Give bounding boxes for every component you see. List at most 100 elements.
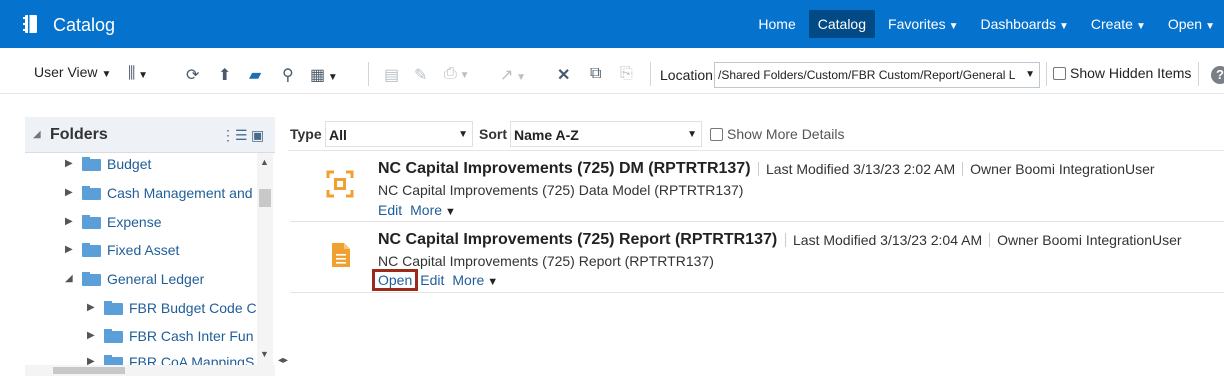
data-model-icon — [326, 170, 354, 198]
edit-link[interactable]: Edit — [378, 202, 402, 218]
folder-icon — [104, 329, 123, 343]
chevron-down-icon: ▼ — [458, 129, 468, 140]
type-select[interactable]: All ▼ — [325, 121, 473, 147]
divider — [989, 233, 991, 247]
folder-tree-hscrollbar[interactable] — [25, 365, 275, 376]
owner: Owner Boomi IntegrationUser — [997, 232, 1182, 248]
catalog-toolbar: User View ▼ ⫼ ▼ ⟳ ⬆ ▰ ⚲ ▦ ▼ ▤ ✎ ⎙ ▼ ↗ ▼ … — [0, 56, 1224, 94]
folders-header: ◢ Folders ⋮☰ ▣ — [25, 117, 275, 153]
scroll-thumb[interactable] — [53, 367, 125, 374]
catalog-content: Type All ▼ Sort Name A-Z ▼ Show More Det… — [288, 117, 1224, 376]
folder-tree-vscrollbar[interactable]: ▲ ▼ — [257, 153, 273, 365]
more-label: More — [452, 272, 485, 288]
expand-icon[interactable]: ▶ — [65, 216, 73, 227]
top-nav: Home Catalog Favorites ▼ Dashboards ▼ Crea… — [745, 0, 1224, 48]
collapse-icon[interactable]: ◢ — [33, 129, 41, 140]
catalog-item: NC Capital Improvements (725) Report (RP… — [290, 223, 1224, 293]
delete-icon[interactable]: ✕ — [557, 65, 570, 85]
view-options-icon[interactable]: ⫼ ▼ — [128, 65, 148, 83]
show-more-details-toggle[interactable]: Show More Details — [710, 126, 845, 142]
paste-icon[interactable]: ⎘ — [620, 65, 633, 83]
nav-open-label: Open — [1167, 16, 1203, 32]
nav-open[interactable]: Open ▼ — [1159, 10, 1224, 38]
location-select[interactable]: /Shared Folders/Custom/FBR Custom/Report… — [714, 62, 1040, 88]
expand-icon[interactable]: ▶ — [65, 158, 73, 169]
item-title[interactable]: NC Capital Improvements (725) Report (RP… — [378, 231, 777, 249]
location-label: Location — [660, 67, 713, 83]
properties-icon[interactable]: ▤ — [384, 65, 399, 85]
folder-icon — [82, 272, 101, 286]
nav-favorites[interactable]: Favorites ▼ — [879, 10, 967, 38]
item-title[interactable]: NC Capital Improvements (725) DM (RPTRTR… — [378, 160, 751, 178]
last-modified: Last Modified 3/13/23 2:02 AM — [766, 161, 956, 177]
help-icon[interactable]: ? — [1211, 66, 1224, 84]
show-more-details-checkbox[interactable] — [710, 128, 723, 141]
new-folder-icon[interactable]: ▣ — [251, 127, 264, 144]
share-icon[interactable]: ↗ ▼ — [500, 65, 526, 85]
app-header: Catalog Home Catalog Favorites ▼ Dashboar… — [0, 0, 1224, 48]
upload-icon[interactable]: ⬆ — [218, 65, 231, 85]
tree-item-label: General Ledger — [107, 271, 205, 287]
open-link[interactable]: Open — [372, 269, 419, 291]
search-icon[interactable]: ⚲ — [282, 65, 294, 85]
expand-icon[interactable]: ▶ — [65, 187, 73, 198]
tree-item-label: FBR CoA MappingS — [129, 354, 255, 365]
refresh-icon[interactable]: ⟳ — [186, 65, 199, 85]
expand-icon[interactable]: ▶ — [87, 330, 95, 341]
nav-dashboards[interactable]: Dashboards ▼ — [972, 10, 1078, 38]
tree-item-label: FBR Budget Code C — [129, 300, 257, 316]
folder-icon — [82, 243, 101, 257]
edit-link[interactable]: Edit — [420, 272, 444, 288]
divider — [758, 162, 759, 176]
show-hidden-checkbox[interactable] — [1053, 67, 1066, 80]
expand-icon[interactable]: ▶ — [65, 244, 73, 255]
divider — [650, 62, 651, 86]
tree-item-label: Fixed Asset — [107, 242, 180, 258]
sort-select[interactable]: Name A-Z ▼ — [510, 121, 702, 147]
tree-item-label: Cash Management and — [107, 185, 253, 201]
collapse-icon[interactable]: ◢ — [65, 273, 73, 284]
chevron-down-icon: ▼ — [1059, 21, 1069, 32]
expand-icon[interactable]: ▶ — [87, 302, 95, 313]
location-value: /Shared Folders/Custom/FBR Custom/Report… — [718, 68, 1016, 82]
item-meta: Last Modified 3/13/23 2:04 AM Owner Boomi… — [785, 232, 1182, 248]
chevron-down-icon: ▼ — [1135, 21, 1146, 32]
last-modified: Last Modified 3/13/23 2:04 AM — [793, 232, 983, 248]
type-value: All — [329, 127, 347, 143]
show-hidden-label: Show Hidden Items — [1070, 65, 1192, 81]
copy-icon[interactable]: ⧉ — [590, 65, 601, 83]
print-icon[interactable]: ⎙ ▼ — [444, 65, 470, 83]
item-description: NC Capital Improvements (725) Report (RP… — [378, 253, 714, 269]
sort-label: Sort — [479, 126, 507, 142]
scroll-up-icon[interactable]: ▲ — [260, 157, 269, 167]
tree-item-label: FBR Cash Inter Fun — [129, 328, 254, 344]
folders-title: Folders — [50, 126, 108, 143]
more-menu[interactable]: More ▼ — [452, 272, 498, 288]
nav-home[interactable]: Home — [749, 10, 804, 38]
grid-view-icon[interactable]: ▦ ▼ — [310, 65, 338, 85]
pencil-icon[interactable]: ✎ — [414, 65, 427, 85]
nav-create-label: Create — [1090, 16, 1133, 32]
scroll-thumb[interactable] — [259, 189, 271, 207]
show-hidden-items-toggle[interactable]: Show Hidden Items — [1053, 65, 1191, 81]
tree-item-label: Expense — [107, 214, 162, 230]
expand-icon[interactable]: ▶ — [87, 356, 95, 365]
show-more-details-label: Show More Details — [727, 126, 845, 142]
tree-expand-icon[interactable]: ⋮☰ — [221, 127, 248, 144]
app-title: Catalog — [53, 15, 116, 35]
catalog-item: NC Capital Improvements (725) DM (RPTRTR… — [290, 152, 1224, 222]
chevron-down-icon: ▼ — [1205, 21, 1215, 32]
folder-icon[interactable]: ▰ — [249, 65, 261, 85]
item-meta: Last Modified 3/13/23 2:02 AM Owner Boomi… — [758, 161, 1155, 177]
report-icon — [332, 243, 350, 267]
owner: Owner Boomi IntegrationUser — [970, 161, 1155, 177]
tree-item-label: Budget — [107, 156, 152, 172]
user-view-menu[interactable]: User View ▼ — [34, 64, 111, 80]
chevron-down-icon: ▼ — [687, 129, 697, 140]
chevron-down-icon: ▼ — [487, 276, 499, 288]
nav-create[interactable]: Create ▼ — [1082, 10, 1155, 38]
panel-splitter-icon[interactable]: ◂▸ — [278, 355, 288, 366]
nav-catalog[interactable]: Catalog — [808, 10, 876, 38]
scroll-down-icon[interactable]: ▼ — [260, 349, 269, 359]
more-menu[interactable]: More ▼ — [410, 202, 456, 218]
